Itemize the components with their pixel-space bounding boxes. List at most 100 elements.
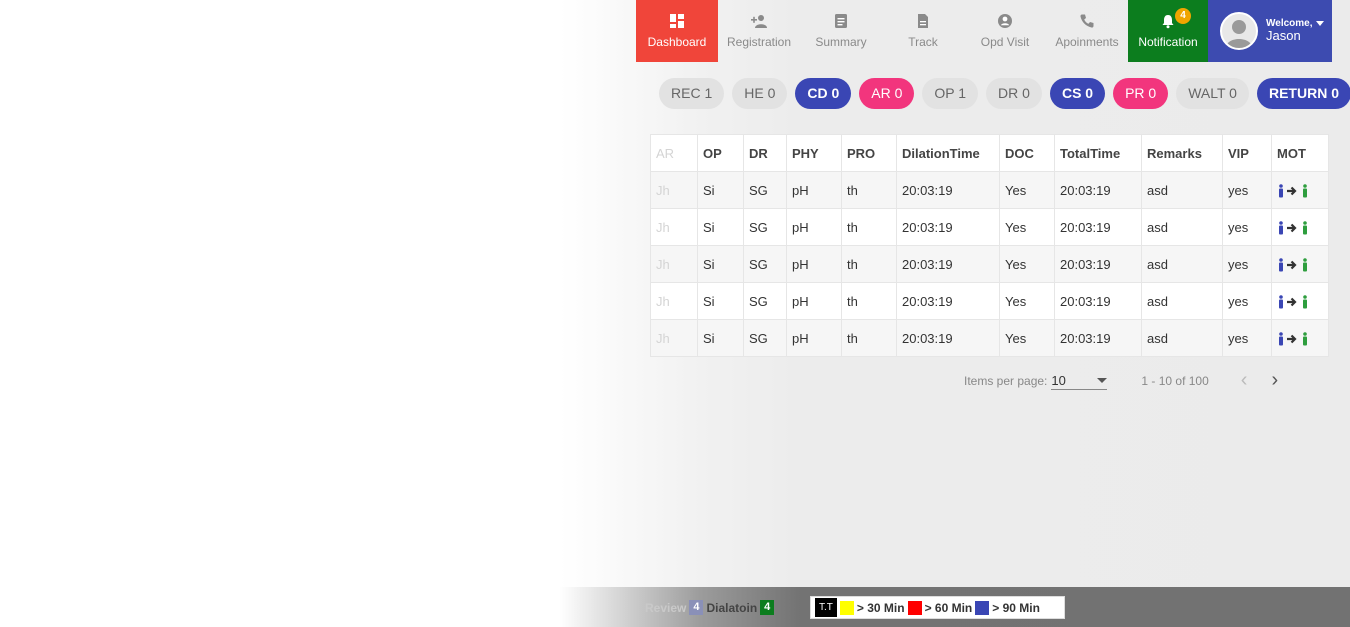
legend-30-min: > 30 Min (856, 600, 905, 615)
table-cell: SG (743, 208, 787, 246)
add-person-icon (751, 15, 767, 28)
nav-summary-label: Summary (815, 35, 867, 49)
table-row[interactable]: Jh Si SG pH th 20:03:19 Yes 20:03:19 asd yes (650, 245, 1329, 283)
patient-table: AR OP DR PHY PRO DilationTime DOC TotalT… (650, 134, 1329, 357)
document-icon (918, 14, 928, 28)
count-legend: Review 4 Dialatoin 4 (640, 596, 805, 619)
pill-cs[interactable]: CS 0 (1049, 78, 1106, 109)
nav-registration[interactable]: Registration (718, 0, 800, 62)
table-cell: pH (786, 319, 842, 357)
dropdown-arrow-icon (1097, 377, 1108, 383)
table-row[interactable]: Jh Si SG pH th 20:03:19 Yes 20:03:19 asd yes (650, 319, 1329, 357)
pill-walt[interactable]: WALT 0 (1176, 78, 1249, 109)
table-cell: SG (743, 245, 787, 283)
pill-he[interactable]: HE 0 (732, 78, 788, 109)
nav-appointments[interactable]: Apoinments (1046, 0, 1128, 62)
mot-transfer-icon (1271, 208, 1329, 246)
table-cell: asd (1141, 208, 1223, 246)
table-cell: Jh (650, 319, 698, 357)
dilation-count: 4 (760, 600, 775, 615)
table-cell: pH (786, 282, 842, 320)
table-cell: 20:03:19 (896, 208, 1000, 246)
table-cell: pH (786, 245, 842, 283)
nav-summary[interactable]: Summary (800, 0, 882, 62)
mot-transfer-icon (1271, 245, 1329, 283)
user-greeting: Welcome, Jason (1266, 18, 1324, 44)
legend-blue-swatch (975, 600, 990, 615)
user-menu[interactable]: Welcome, Jason (1208, 0, 1332, 62)
table-row[interactable]: Jh Si SG pH th 20:03:19 Yes 20:03:19 asd yes (650, 171, 1329, 209)
clipboard-icon (835, 14, 847, 28)
pill-ar[interactable]: AR 0 (859, 78, 915, 109)
table-cell: Yes (999, 245, 1055, 283)
table-cell: 20:03:19 (1054, 319, 1142, 357)
previous-page-button[interactable]: ‹ (1241, 369, 1248, 392)
table-cell: th (841, 282, 897, 320)
table-header-row: AR OP DR PHY PRO DilationTime DOC TotalT… (650, 134, 1329, 172)
table-cell: pH (786, 208, 842, 246)
table-cell: Jh (650, 171, 698, 209)
phone-icon (1080, 14, 1094, 28)
nav-track[interactable]: Track (882, 0, 964, 62)
table-cell: Yes (999, 282, 1055, 320)
legend-90-min: > 90 Min (992, 600, 1040, 615)
legend-red-swatch (907, 600, 922, 615)
table-cell: pH (786, 171, 842, 209)
table-cell: 20:03:19 (896, 245, 1000, 283)
table-row[interactable]: Jh Si SG pH th 20:03:19 Yes 20:03:19 asd yes (650, 282, 1329, 320)
table-cell: Si (697, 208, 744, 246)
items-per-page-select[interactable]: 10 (1051, 371, 1108, 390)
nav-opd-visit[interactable]: Opd Visit (964, 0, 1046, 62)
page-range: 1 - 10 of 100 (1141, 373, 1209, 388)
col-dilation-time: DilationTime (896, 134, 1000, 172)
dashboard-icon (670, 14, 684, 28)
nav-appointments-label: Apoinments (1055, 35, 1119, 49)
table-cell: th (841, 208, 897, 246)
account-circle-icon (998, 14, 1012, 28)
table-cell: 20:03:19 (1054, 171, 1142, 209)
next-page-button[interactable]: › (1271, 369, 1278, 392)
notification-count-badge: 4 (1175, 8, 1191, 24)
page-size-value: 10 (1051, 372, 1066, 388)
table-cell: 20:03:19 (896, 171, 1000, 209)
table-cell: asd (1141, 319, 1223, 357)
mot-transfer-icon (1271, 282, 1329, 320)
bell-icon (1162, 15, 1174, 29)
table-cell: Yes (999, 319, 1055, 357)
table-cell: Jh (650, 208, 698, 246)
table-cell: Jh (650, 245, 698, 283)
col-ar: AR (650, 134, 698, 172)
nav-registration-label: Registration (726, 35, 792, 49)
pill-cd[interactable]: CD 0 (795, 78, 852, 109)
table-cell: 20:03:19 (1054, 282, 1142, 320)
mot-transfer-icon (1271, 171, 1329, 209)
chevron-down-icon[interactable] (1315, 20, 1324, 26)
user-avatar-icon (1226, 20, 1252, 48)
table-cell: th (841, 171, 897, 209)
pill-op[interactable]: OP 1 (922, 78, 979, 109)
nav-dashboard[interactable]: Dashboard (636, 0, 718, 62)
table-cell: th (841, 319, 897, 357)
pill-dr[interactable]: DR 0 (986, 78, 1042, 109)
col-pro: PRO (841, 134, 897, 172)
table-cell: yes (1222, 245, 1272, 283)
pill-rec[interactable]: REC 1 (659, 78, 725, 109)
legend-60-min: > 60 Min (924, 600, 973, 615)
col-op: OP (697, 134, 744, 172)
table-cell: SG (743, 319, 787, 357)
status-pills: REC 1 HE 0 CD 0 AR 0 OP 1 DR 0 CS 0 PR 0… (659, 78, 1350, 109)
dilation-label: Dialatoin (706, 600, 758, 615)
table-cell: th (841, 245, 897, 283)
table-cell: Yes (999, 208, 1055, 246)
col-phy: PHY (786, 134, 842, 172)
table-cell: 20:03:19 (896, 282, 1000, 320)
pill-return[interactable]: RETURN 0 (1256, 78, 1350, 109)
pill-pr[interactable]: PR 0 (1113, 78, 1169, 109)
table-row[interactable]: Jh Si SG pH th 20:03:19 Yes 20:03:19 asd yes (650, 208, 1329, 246)
footer-bar: Review 4 Dialatoin 4 T.T > 30 Min > 60 M… (0, 587, 1350, 627)
table-cell: 20:03:19 (1054, 208, 1142, 246)
col-dr: DR (743, 134, 787, 172)
table-cell: asd (1141, 171, 1223, 209)
nav-notification[interactable]: 4 Notification (1128, 0, 1208, 62)
table-cell: Si (697, 282, 744, 320)
